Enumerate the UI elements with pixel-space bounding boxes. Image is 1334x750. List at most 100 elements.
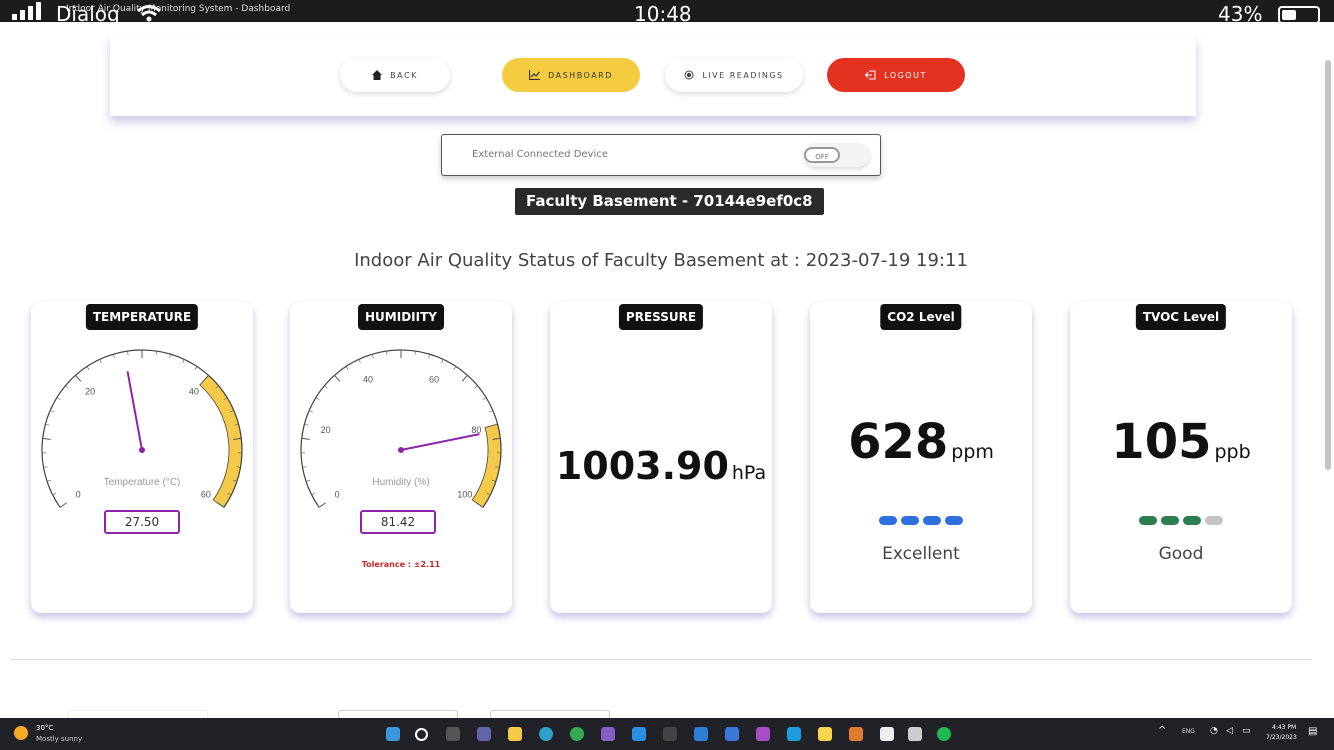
co2-level-dot (945, 516, 963, 525)
live-dot-icon (684, 70, 694, 80)
humidity-title: HUMIDIITY (358, 304, 444, 330)
chrome-icon[interactable] (570, 727, 584, 741)
temperature-needle-hub (139, 447, 145, 453)
vs-icon[interactable] (601, 727, 615, 741)
search-icon[interactable] (415, 728, 428, 741)
status-heading: Indoor Air Quality Status of Faculty Bas… (354, 250, 968, 271)
weather-temperature[interactable]: 30°C (36, 724, 53, 732)
temperature-tick (182, 359, 185, 364)
temperature-tick (52, 492, 57, 496)
temperature-tick (45, 423, 50, 426)
co2-level-indicator (810, 516, 1032, 525)
toggle-state: OFF (804, 147, 840, 163)
app-icon[interactable] (849, 727, 863, 741)
humidity-tick (334, 374, 341, 382)
home-icon (372, 70, 383, 80)
notification-icon[interactable]: ▤ (1308, 726, 1317, 737)
humidity-value: 81.42 (360, 510, 436, 534)
temperature-title: TEMPERATURE (85, 304, 199, 330)
scrollbar[interactable] (1322, 34, 1332, 714)
humidity-needle (400, 433, 480, 451)
taskbar-clock-date[interactable]: 7/23/2023 (1266, 734, 1297, 741)
temperature-tick-label: 40 (189, 387, 199, 397)
temperature-tick-label: 0 (76, 490, 81, 500)
tvoc-title: TVOC Level (1135, 304, 1227, 330)
chat-icon[interactable] (477, 727, 491, 741)
humidity-tick (318, 502, 326, 508)
co2-level-dot (923, 516, 941, 525)
co2-quality: Excellent (882, 544, 960, 564)
humidity-card: HUMIDIITY 0 20 40 60 80 100 Humidity (%) 81.42… (290, 302, 512, 613)
external-device-toggle[interactable]: OFF (804, 143, 870, 167)
humidity-tick (372, 354, 374, 359)
sticky-notes-icon[interactable] (818, 727, 832, 741)
spotify-icon[interactable] (937, 727, 951, 741)
temperature-tick-label: 20 (85, 387, 95, 397)
taskbar-clock-time[interactable]: 4:43 PM (1272, 724, 1296, 731)
scrollbar-thumb[interactable] (1325, 60, 1331, 470)
system-tray-language[interactable]: ENG (1182, 728, 1195, 735)
dashboard-button[interactable]: DASHBOARD (502, 58, 640, 92)
carrier-name: Dialog (56, 2, 120, 26)
edge-browser-icon[interactable] (539, 727, 553, 741)
task-view-icon[interactable] (446, 727, 460, 741)
humidity-tick (461, 374, 468, 382)
weather-sun-icon[interactable] (14, 726, 28, 740)
wifi-icon[interactable]: ◔ (1210, 726, 1218, 736)
dashboard-button-label: DASHBOARD (548, 70, 613, 80)
humidity-tick (474, 385, 478, 389)
tvoc-level-dot (1161, 516, 1179, 525)
windows-start-icon[interactable] (386, 727, 400, 741)
humidity-tick (309, 410, 313, 413)
chart-icon (529, 70, 541, 80)
humidity-tick (324, 385, 328, 389)
volume-icon[interactable]: ◁ (1226, 726, 1233, 736)
temperature-tick (127, 351, 129, 356)
temperature-range-band (199, 374, 243, 508)
app-icon[interactable] (908, 727, 922, 741)
humidity-tick (302, 466, 307, 468)
vscode-icon[interactable] (632, 727, 646, 741)
temperature-tick-label: 60 (201, 490, 211, 500)
co2-card: CO2 Level 628 ppm Excellent (810, 302, 1032, 613)
humidity-tick (304, 423, 309, 426)
app-icon[interactable] (880, 727, 894, 741)
windows-taskbar: 30°C Mostly sunny ENG ^ ◔ ◁ ▭ 4:43 PM 7/… (0, 718, 1334, 750)
calendar-icon[interactable] (725, 727, 739, 741)
humidity-tick (315, 397, 320, 400)
co2-title: CO2 Level (880, 304, 962, 330)
temperature-tick (99, 359, 102, 364)
temperature-tick (169, 354, 171, 359)
tvoc-card: TVOC Level 105 ppb Good (1070, 302, 1292, 613)
weather-description[interactable]: Mostly sunny (36, 735, 82, 743)
chevron-up-icon[interactable]: ^ (1158, 725, 1166, 736)
temperature-tick (59, 502, 67, 508)
live-readings-button-label: LIVE READINGS (702, 70, 784, 80)
temperature-tick (42, 437, 51, 440)
app-icon[interactable] (756, 727, 770, 741)
pressure-value: 1003.90 (555, 444, 729, 488)
app-icon[interactable] (694, 727, 708, 741)
wifi-icon (137, 5, 161, 22)
pressure-card: PRESSURE 1003.90 hPa (550, 302, 772, 613)
battery-icon (1278, 6, 1320, 24)
external-device-label: External Connected Device (472, 149, 608, 160)
co2-unit: ppm (951, 441, 994, 463)
terminal-icon[interactable] (663, 727, 677, 741)
file-explorer-icon[interactable] (508, 727, 522, 741)
external-device-panel: External Connected Device OFF (441, 134, 881, 176)
humidity-tick-label: 80 (471, 425, 481, 435)
temperature-gauge-label: Temperature (°C) (104, 477, 181, 488)
humidity-range-band (471, 423, 502, 508)
humidity-needle-hub (398, 447, 404, 453)
co2-level-dot (879, 516, 897, 525)
back-button[interactable]: BACK (340, 58, 450, 92)
humidity-tick-label: 20 (321, 425, 331, 435)
live-readings-button[interactable]: LIVE READINGS (665, 58, 803, 92)
phone-status-bar: Indoor Air Quality Monitoring System - D… (0, 0, 1334, 26)
pressure-title: PRESSURE (618, 304, 704, 330)
tvoc-reading: 105 ppb (1070, 414, 1292, 470)
app-icon[interactable] (787, 727, 801, 741)
battery-icon[interactable]: ▭ (1242, 726, 1251, 736)
logout-button[interactable]: LOGOUT (827, 58, 965, 92)
